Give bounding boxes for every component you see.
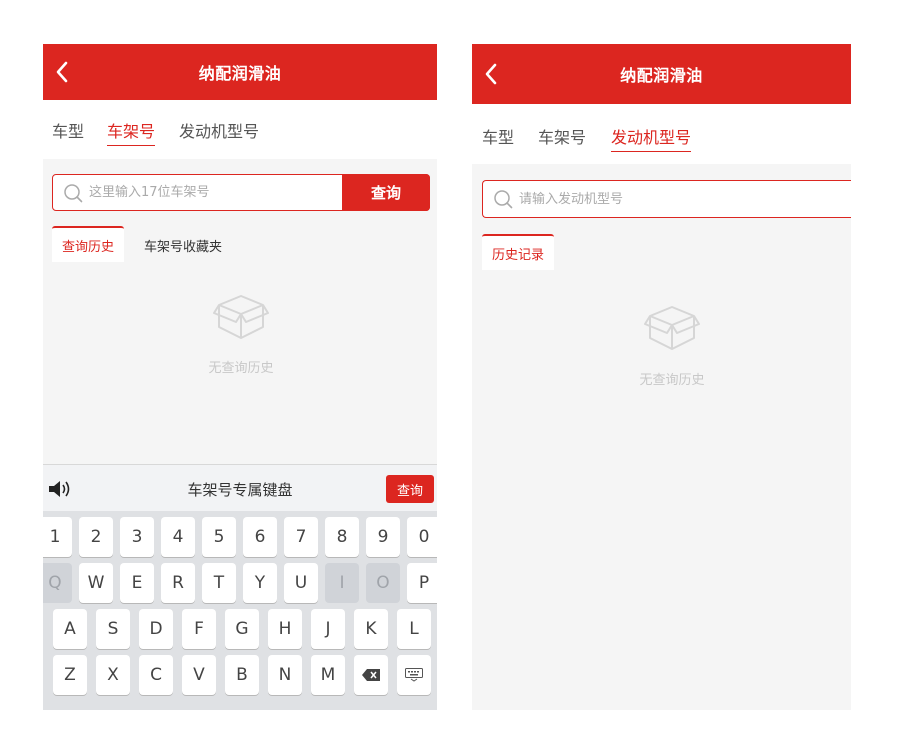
key-r[interactable]: R <box>161 563 195 603</box>
key-k[interactable]: K <box>354 609 388 649</box>
key-n[interactable]: N <box>268 655 302 695</box>
keyboard-toolbar: 车架号专属键盘 查询 <box>43 464 437 511</box>
key-g[interactable]: G <box>225 609 259 649</box>
key-i[interactable]: I <box>325 563 359 603</box>
key-f[interactable]: F <box>182 609 216 649</box>
sub-tab-vin-favorites[interactable]: 车架号收藏夹 <box>144 236 222 255</box>
page-title: 纳配润滑油 <box>198 64 282 83</box>
engine-search-box <box>482 180 851 218</box>
empty-state-text: 无查询历史 <box>639 373 705 388</box>
key-z[interactable]: Z <box>53 655 87 695</box>
tab-engine-model[interactable]: 发动机型号 <box>611 124 692 152</box>
key-u[interactable]: U <box>284 563 318 603</box>
sub-tab-history-records[interactable]: 历史记录 <box>482 234 555 270</box>
page-title: 纳配润滑油 <box>620 66 703 85</box>
key-4[interactable]: 4 <box>161 517 195 557</box>
key-q[interactable]: Q <box>43 563 72 603</box>
backspace-key[interactable] <box>354 655 388 695</box>
key-7[interactable]: 7 <box>284 517 318 557</box>
key-3[interactable]: 3 <box>120 517 154 557</box>
key-2[interactable]: 2 <box>79 517 113 557</box>
key-8[interactable]: 8 <box>325 517 359 557</box>
header-bar: 纳配润滑油 <box>472 44 851 104</box>
key-x[interactable]: X <box>96 655 130 695</box>
search-icon <box>64 183 83 202</box>
key-6[interactable]: 6 <box>243 517 277 557</box>
empty-box-icon <box>213 295 269 339</box>
engine-search-screen: 纳配润滑油 车型 车架号 发动机型号 历史记录 无查询历史 <box>472 44 851 710</box>
key-p[interactable]: P <box>407 563 437 603</box>
key-w[interactable]: W <box>79 563 113 603</box>
tab-vin[interactable]: 车架号 <box>107 118 156 146</box>
key-0[interactable]: 0 <box>407 517 437 557</box>
search-icon <box>494 190 513 209</box>
tab-car-model[interactable]: 车型 <box>482 124 514 151</box>
key-a[interactable]: A <box>53 609 87 649</box>
key-v[interactable]: V <box>182 655 216 695</box>
vin-search-screen: 纳配润滑油 车型 车架号 发动机型号 查询 查询历史 车架号收藏夹 无查询历史 … <box>43 44 437 710</box>
key-e[interactable]: E <box>120 563 154 603</box>
keyboard-title: 车架号专属键盘 <box>187 481 293 499</box>
key-m[interactable]: M <box>311 655 345 695</box>
key-1[interactable]: 1 <box>43 517 72 557</box>
keyboard-keys: 1234567890 QWERTYUIOP ASDFGHJKL ZXCVBNM <box>43 511 437 710</box>
key-9[interactable]: 9 <box>366 517 400 557</box>
key-h[interactable]: H <box>268 609 302 649</box>
key-t[interactable]: T <box>202 563 236 603</box>
key-c[interactable]: C <box>139 655 173 695</box>
key-5[interactable]: 5 <box>202 517 236 557</box>
key-j[interactable]: J <box>311 609 345 649</box>
hide-keyboard-key[interactable] <box>397 655 431 695</box>
key-b[interactable]: B <box>225 655 259 695</box>
keyboard-query-button[interactable]: 查询 <box>386 475 434 503</box>
keyboard-hide-icon <box>405 668 423 682</box>
search-type-tabs: 车型 车架号 发动机型号 <box>472 104 851 164</box>
tab-car-model[interactable]: 车型 <box>52 118 84 145</box>
tab-vin[interactable]: 车架号 <box>538 124 586 151</box>
empty-state-text: 无查询历史 <box>208 361 274 376</box>
engine-search-input[interactable] <box>519 181 769 217</box>
header-bar: 纳配润滑油 <box>43 44 437 100</box>
backspace-icon <box>362 669 380 681</box>
sub-tab-query-history[interactable]: 查询历史 <box>52 226 125 262</box>
vin-search-input[interactable] <box>89 175 339 210</box>
search-button[interactable]: 查询 <box>342 174 430 211</box>
vin-search-box: 查询 <box>52 174 430 211</box>
empty-box-icon <box>644 306 700 350</box>
tab-engine-model[interactable]: 发动机型号 <box>179 118 259 145</box>
key-y[interactable]: Y <box>243 563 277 603</box>
vin-keyboard: 车架号专属键盘 查询 1234567890 QWERTYUIOP ASDFGHJKL… <box>43 464 437 710</box>
key-o[interactable]: O <box>366 563 400 603</box>
key-d[interactable]: D <box>139 609 173 649</box>
key-s[interactable]: S <box>96 609 130 649</box>
key-l[interactable]: L <box>397 609 431 649</box>
search-type-tabs: 车型 车架号 发动机型号 <box>43 100 437 159</box>
